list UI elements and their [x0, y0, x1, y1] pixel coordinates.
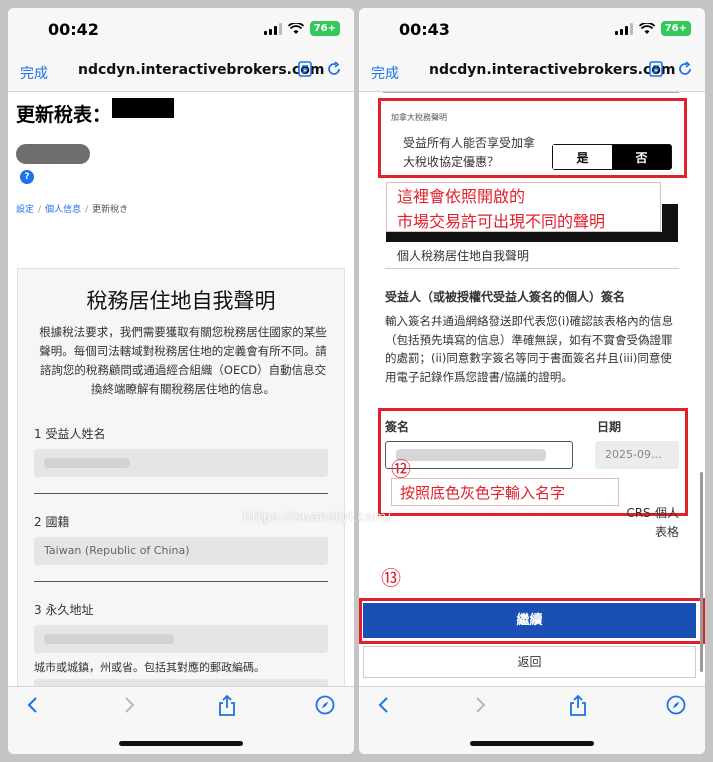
- breadcrumb-current: 更新稅き: [92, 205, 129, 215]
- crs-line-1: CRS-個人: [626, 506, 679, 520]
- back-icon[interactable]: [26, 695, 40, 715]
- phone-screen-left: 00:42 76+ 完成 ndcdyn.interactivebrokers.c…: [8, 8, 354, 754]
- signature-name-input[interactable]: [385, 441, 573, 469]
- date-label: 日期: [597, 420, 622, 434]
- browser-toolbar: [359, 686, 705, 754]
- done-button[interactable]: 完成: [20, 63, 48, 83]
- reload-icon[interactable]: [326, 61, 342, 77]
- crs-line-2: 表格: [654, 525, 679, 539]
- page-title: 更新稅表：: [16, 104, 112, 126]
- battery-indicator: 76+: [660, 21, 691, 36]
- browser-address-bar: 完成 ndcdyn.interactivebrokers.com: [359, 52, 705, 92]
- status-bar: 00:42 76+: [8, 8, 354, 52]
- crs-form-label: CRS-個人 表格: [626, 504, 679, 542]
- divider: [383, 92, 679, 93]
- forward-icon[interactable]: [473, 695, 487, 715]
- treaty-benefit-toggle: 是 否: [552, 144, 672, 170]
- city-field[interactable]: [34, 679, 328, 686]
- signature-description: 輸入簽名幷通過網絡發送即代表您(i)確認該表格內的信息（包括預先填寫的信息）準確…: [385, 314, 674, 384]
- reader-icon[interactable]: [649, 61, 663, 77]
- divider: [34, 493, 328, 494]
- permanent-address-field[interactable]: [34, 625, 328, 653]
- canada-declaration-title: 加拿大稅務聲明: [391, 113, 447, 122]
- address-hint: 城市或城鎮，州或省。包括其對應的郵政編碼。: [34, 661, 265, 674]
- page-content: 加拿大稅務聲明 受益所有人能否享受加拿大稅收協定優惠？ 是 否 這裡會依照開啟的…: [359, 92, 705, 686]
- reader-icon[interactable]: [298, 61, 312, 77]
- redacted-bar: [662, 204, 678, 242]
- signature-label: 簽名: [385, 420, 410, 434]
- continue-button[interactable]: 繼續: [363, 603, 696, 638]
- divider: [34, 581, 328, 582]
- field-label-permanent-address: 3 永久地址: [34, 603, 94, 617]
- redacted-bar: [386, 232, 678, 242]
- field-label-beneficiary-name: 1 受益人姓名: [34, 427, 106, 441]
- breadcrumb-personal-info[interactable]: 個人信息: [45, 205, 81, 215]
- status-bar: 00:43 76+: [359, 8, 705, 52]
- annotation-declaration-note: 這裡會依照開啟的 市場交易許可出現不同的聲明: [386, 182, 661, 232]
- canada-treaty-question: 受益所有人能否享受加拿大稅收協定優惠？: [403, 136, 536, 169]
- phone-screen-right: 00:43 76+ 完成 ndcdyn.interactivebrokers.c…: [359, 8, 705, 754]
- scrollbar[interactable]: [700, 472, 703, 672]
- cellular-signal-icon: [614, 22, 633, 35]
- field-label-nationality: 2 國籍: [34, 515, 70, 529]
- share-icon[interactable]: [218, 695, 236, 717]
- signature-heading: 受益人（或被授權代受益人簽名的個人）簽名: [385, 290, 626, 304]
- done-button[interactable]: 完成: [371, 63, 399, 83]
- annotation-line-1: 這裡會依照開啟的: [397, 187, 526, 206]
- date-field: 2025-09...: [595, 441, 679, 469]
- back-button[interactable]: 返回: [363, 646, 696, 678]
- status-time: 00:42: [48, 20, 99, 39]
- breadcrumb: 設定 / 個人信息 / 更新稅き: [16, 205, 129, 215]
- divider: [385, 268, 679, 269]
- share-icon[interactable]: [569, 695, 587, 717]
- battery-indicator: 76+: [309, 21, 340, 36]
- toggle-no[interactable]: 否: [612, 145, 671, 169]
- browser-toolbar: [8, 686, 354, 754]
- forward-icon[interactable]: [122, 695, 136, 715]
- page-content: 更新稅表： ? 設定 / 個人信息 / 更新稅き 稅務居住地自我聲明 根據稅法要求，我們…: [8, 92, 354, 686]
- toggle-yes[interactable]: 是: [553, 145, 612, 169]
- step-marker-13: ⑬: [381, 566, 401, 590]
- wifi-icon: [638, 22, 655, 34]
- annotation-enter-name: 按照底色灰色字輸入名字: [391, 478, 619, 506]
- redacted-pill: [16, 144, 90, 164]
- compass-icon[interactable]: [666, 695, 686, 715]
- breadcrumb-settings[interactable]: 設定: [16, 205, 34, 215]
- watermark: https://xuanstyl.com/: [243, 510, 392, 525]
- browser-address-bar: 完成 ndcdyn.interactivebrokers.com: [8, 52, 354, 92]
- form-title: 稅務居住地自我聲明: [86, 289, 276, 313]
- reload-icon[interactable]: [677, 61, 693, 77]
- compass-icon[interactable]: [315, 695, 335, 715]
- section-subheading: 個人稅務居住地自我聲明: [397, 249, 530, 263]
- form-description: 根據稅法要求，我們需要獲取有關您稅務居住國家的某些聲明。每個司法轄域對稅務居住地…: [39, 325, 327, 396]
- url-text: ndcdyn.interactivebrokers.com: [429, 62, 676, 78]
- nationality-field[interactable]: Taiwan (Republic of China): [34, 537, 328, 565]
- beneficiary-name-field[interactable]: [34, 449, 328, 477]
- cellular-signal-icon: [263, 22, 282, 35]
- status-time: 00:43: [399, 20, 450, 39]
- url-text: ndcdyn.interactivebrokers.com: [78, 62, 325, 78]
- annotation-line-2: 市場交易許可出現不同的聲明: [397, 212, 606, 231]
- wifi-icon: [287, 22, 304, 34]
- home-indicator: [119, 741, 243, 746]
- tax-residency-form-card: 稅務居住地自我聲明 根據稅法要求，我們需要獲取有關您稅務居住國家的某些聲明。每個…: [17, 268, 345, 686]
- home-indicator: [470, 741, 594, 746]
- back-icon[interactable]: [377, 695, 391, 715]
- help-icon[interactable]: ?: [20, 170, 34, 184]
- redacted-block: [112, 98, 174, 118]
